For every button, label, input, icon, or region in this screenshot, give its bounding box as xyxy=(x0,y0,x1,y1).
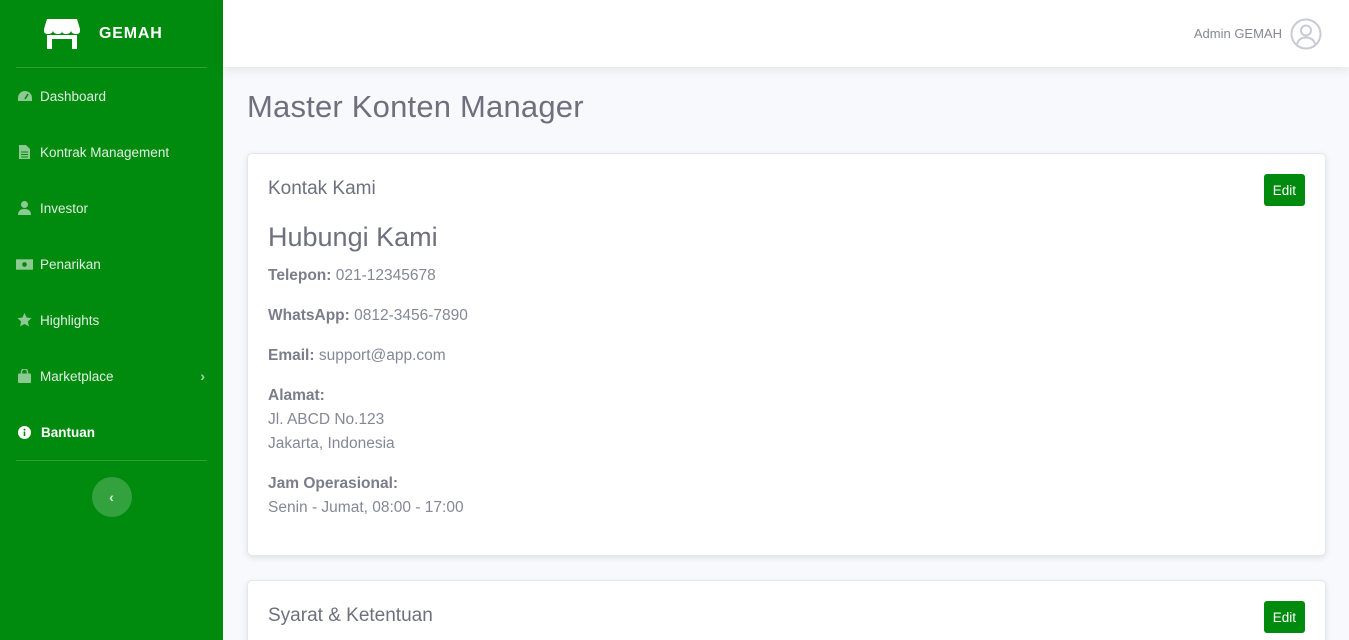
whatsapp-row: WhatsApp: 0812-3456-7890 xyxy=(268,304,1305,328)
user-icon xyxy=(16,201,33,215)
email-value: support@app.com xyxy=(318,347,446,364)
hours-row: Jam Operasional: Senin - Jumat, 08:00 - … xyxy=(268,472,1305,520)
card-body: Hubungi Kami Telepon: 021-12345678 Whats… xyxy=(268,220,1305,536)
hours-label: Jam Operasional: xyxy=(268,475,399,492)
email-row: Email: support@app.com xyxy=(268,344,1305,368)
page-title: Master Konten Manager xyxy=(247,89,584,124)
sidebar-item-label: Kontrak Management xyxy=(40,144,170,160)
address-label: Alamat: xyxy=(268,387,325,404)
card-title: Kontak Kami xyxy=(268,178,376,199)
brand[interactable]: GEMAH xyxy=(0,0,223,67)
user-name[interactable]: Admin GEMAH xyxy=(1194,26,1282,41)
sidebar-toggle-button[interactable]: ‹ xyxy=(91,477,132,517)
info-circle-icon xyxy=(16,425,33,439)
star-icon xyxy=(16,313,33,327)
address-line-2: Jakarta, Indonesia xyxy=(268,435,395,452)
phone-value: 021-12345678 xyxy=(335,267,436,284)
tachometer-icon xyxy=(16,89,33,103)
sidebar-item-highlights[interactable]: Highlights xyxy=(0,292,223,348)
sidebar-item-label: Investor xyxy=(40,200,89,216)
terms-card: Syarat & Ketentuan Edit xyxy=(247,580,1326,640)
address-line-1: Jl. ABCD No.123 xyxy=(268,411,385,428)
sidebar-item-label: Dashboard xyxy=(40,88,107,104)
phone-row: Telepon: 021-12345678 xyxy=(268,264,1305,288)
brand-name: GEMAH xyxy=(99,24,163,42)
file-icon xyxy=(16,145,33,159)
sidebar-item-kontrak-management[interactable]: Kontrak Management xyxy=(0,124,223,180)
store-icon xyxy=(43,17,81,51)
sidebar-item-label: Penarikan xyxy=(40,256,101,272)
sidebar-divider xyxy=(16,460,207,461)
whatsapp-value: 0812-3456-7890 xyxy=(354,307,468,324)
sidebar-item-label: Highlights xyxy=(40,312,100,328)
sidebar-item-bantuan[interactable]: Bantuan xyxy=(0,404,223,460)
topbar: Admin GEMAH xyxy=(223,0,1349,67)
sidebar-item-label: Marketplace xyxy=(40,368,114,384)
chevron-right-icon: › xyxy=(200,368,205,384)
sidebar-item-dashboard[interactable]: Dashboard xyxy=(0,68,223,124)
shopping-bag-icon xyxy=(16,369,33,383)
money-bill-icon xyxy=(16,257,33,271)
address-row: Alamat: Jl. ABCD No.123 Jakarta, Indones… xyxy=(268,384,1305,456)
edit-contact-button[interactable]: Edit xyxy=(1263,174,1305,206)
whatsapp-label: WhatsApp: xyxy=(268,307,350,324)
sidebar-nav: Dashboard Kontrak Management Investor Pe… xyxy=(0,68,223,460)
card-title: Syarat & Ketentuan xyxy=(268,605,433,626)
contact-heading: Hubungi Kami xyxy=(268,222,438,252)
email-label: Email: xyxy=(268,347,315,364)
phone-label: Telepon: xyxy=(268,267,332,284)
sidebar-item-penarikan[interactable]: Penarikan xyxy=(0,236,223,292)
sidebar: GEMAH Dashboard Kontrak Management Inves… xyxy=(0,0,223,640)
hours-value: Senin - Jumat, 08:00 - 17:00 xyxy=(268,499,464,516)
contact-card: Kontak Kami Edit Hubungi Kami Telepon: 0… xyxy=(247,153,1326,556)
edit-terms-button[interactable]: Edit xyxy=(1263,601,1305,633)
sidebar-item-label: Bantuan xyxy=(41,424,95,440)
sidebar-item-investor[interactable]: Investor xyxy=(0,180,223,236)
sidebar-item-marketplace[interactable]: Marketplace › xyxy=(0,348,223,404)
user-avatar-icon[interactable] xyxy=(1290,18,1322,50)
chevron-left-icon: ‹ xyxy=(109,489,114,505)
